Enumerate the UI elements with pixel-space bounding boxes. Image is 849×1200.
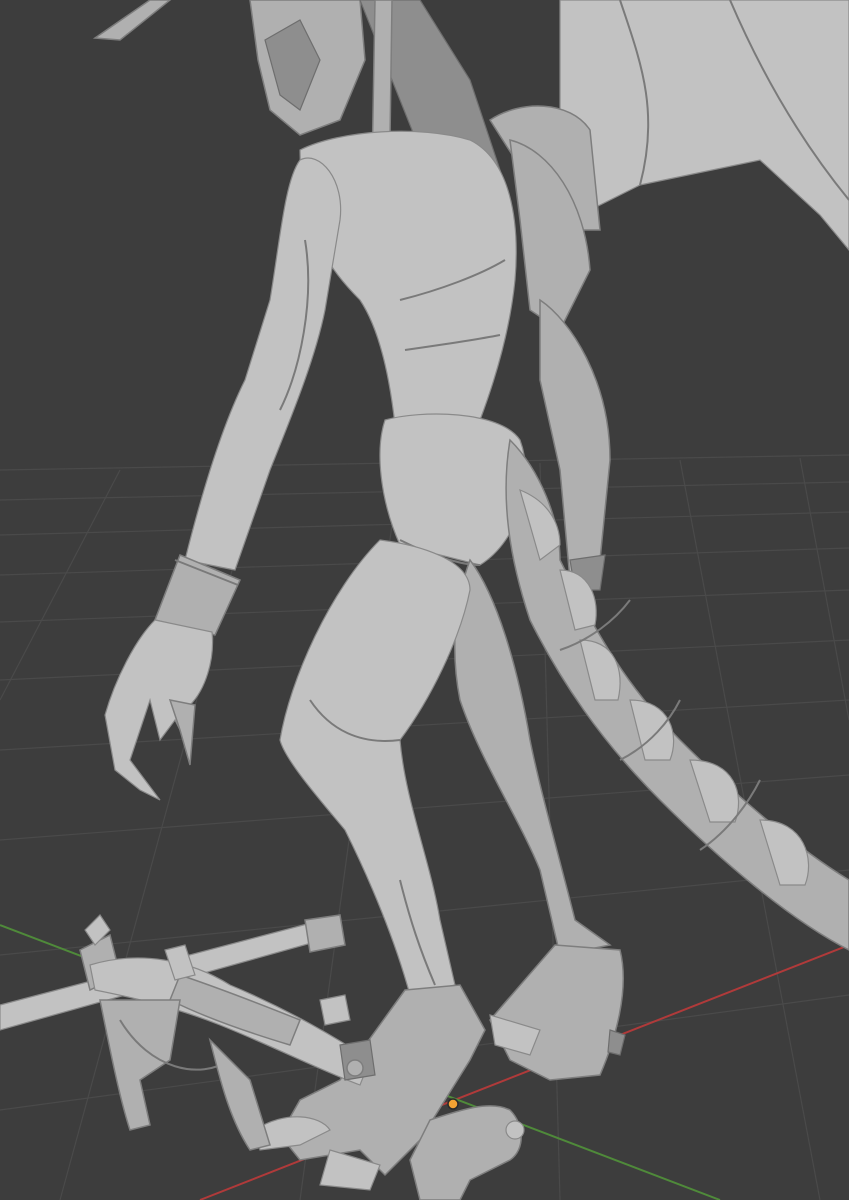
hand-mesh xyxy=(104,619,214,801)
object-origin-dot[interactable] xyxy=(447,1098,459,1110)
near-arm-mesh xyxy=(153,157,342,636)
3d-viewport[interactable] xyxy=(0,0,849,1200)
near-leg-mesh xyxy=(254,539,486,1191)
hip-mesh xyxy=(379,413,527,566)
head-mesh xyxy=(92,0,366,136)
viewport-canvas[interactable] xyxy=(0,0,849,1200)
